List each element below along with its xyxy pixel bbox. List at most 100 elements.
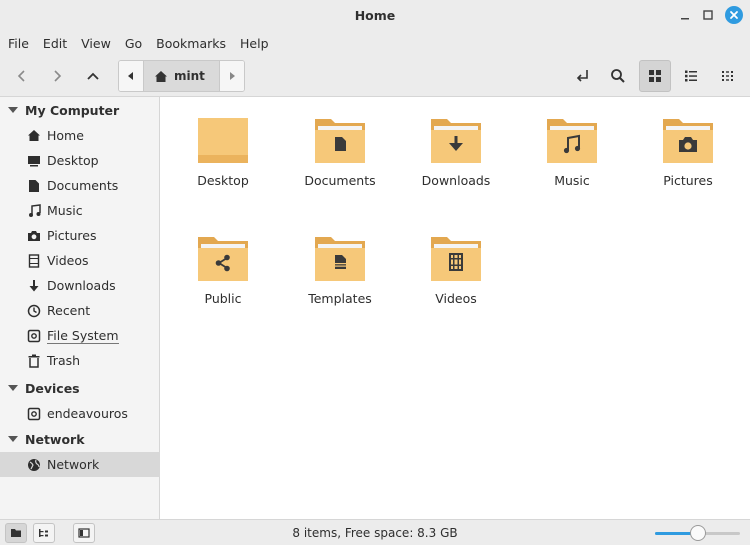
sidebar-item-label: Documents — [47, 178, 119, 193]
menu-go[interactable]: Go — [125, 32, 142, 56]
film-icon — [27, 253, 41, 268]
home-icon — [27, 129, 41, 143]
folder-music-icon — [547, 119, 597, 163]
trash-icon — [27, 354, 41, 368]
section-title: My Computer — [25, 102, 120, 118]
menu-bar: File Edit View Go Bookmarks Help — [0, 32, 750, 56]
sidebar-section-network[interactable]: Network — [0, 427, 160, 451]
file-item-music[interactable]: Music — [517, 115, 627, 205]
file-item-videos[interactable]: Videos — [401, 233, 511, 323]
path-left-button[interactable] — [119, 61, 143, 91]
sidebar-item-music[interactable]: Music — [0, 198, 160, 223]
menu-help[interactable]: Help — [240, 32, 269, 56]
title-bar: Home — [0, 0, 750, 32]
maximize-button[interactable] — [699, 6, 717, 24]
sidebar-item-home[interactable]: Home — [0, 123, 160, 148]
path-right-button[interactable] — [219, 61, 244, 91]
triangle-right-icon — [229, 72, 235, 80]
file-item-templates[interactable]: Templates — [285, 233, 395, 323]
file-item-downloads[interactable]: Downloads — [401, 115, 511, 205]
location-toggle-button[interactable] — [567, 60, 599, 92]
folder-documents-icon — [315, 119, 365, 163]
sidebar-item-trash[interactable]: Trash — [0, 348, 160, 373]
file-name: Videos — [435, 291, 477, 306]
chevron-right-icon — [54, 70, 62, 82]
sidebar-item-desktop[interactable]: Desktop — [0, 148, 160, 173]
minimize-icon — [681, 18, 689, 20]
triangle-left-icon — [128, 72, 133, 80]
maximize-icon — [703, 10, 713, 20]
sidebar-item-downloads[interactable]: Downloads — [0, 273, 160, 298]
icon-view-button[interactable] — [639, 60, 671, 92]
file-name: Public — [204, 291, 242, 306]
home-icon — [155, 70, 167, 82]
path-crumb-home[interactable]: mint — [143, 61, 220, 91]
up-button[interactable] — [77, 60, 109, 92]
enter-location-icon — [576, 70, 588, 82]
chevron-left-icon — [17, 70, 25, 82]
folder-templates-icon — [315, 237, 365, 281]
folder-videos-icon — [431, 237, 481, 281]
list-icon — [685, 70, 697, 82]
sidebar-item-documents[interactable]: Documents — [0, 173, 160, 198]
expander-icon — [8, 385, 18, 391]
sidebar-item-label: Home — [47, 128, 84, 143]
sidebar-item-recent[interactable]: Recent — [0, 298, 160, 323]
section-title: Network — [25, 431, 85, 447]
expander-icon — [8, 436, 18, 442]
zoom-slider-handle[interactable] — [689, 525, 706, 541]
sidebar-item-label: Music — [47, 203, 83, 218]
sidebar-section-my-computer[interactable]: My Computer — [0, 98, 160, 122]
drive-icon — [27, 329, 41, 343]
sidebar-item-pictures[interactable]: Pictures — [0, 223, 160, 248]
camera-icon — [27, 229, 41, 243]
drive-icon — [27, 407, 41, 421]
download-icon — [27, 279, 41, 293]
file-name: Pictures — [663, 173, 713, 188]
file-name: Music — [554, 173, 590, 188]
sidebar-item-network[interactable]: Network — [0, 452, 160, 477]
menu-bookmarks[interactable]: Bookmarks — [156, 32, 226, 56]
menu-edit[interactable]: Edit — [43, 32, 67, 56]
section-title: Devices — [25, 380, 80, 396]
compact-view-button[interactable] — [712, 60, 744, 92]
sidebar-item-label: Trash — [47, 353, 81, 368]
sidebar-item-label: File System — [47, 327, 119, 344]
folder-downloads-icon — [431, 119, 481, 163]
expander-icon — [8, 107, 18, 113]
search-button[interactable] — [602, 60, 634, 92]
sidebar-item-videos[interactable]: Videos — [0, 248, 160, 273]
sidebar-item-label: Desktop — [47, 153, 99, 168]
menu-file[interactable]: File — [8, 32, 29, 56]
sidebar-item-label: endeavouros — [47, 406, 128, 421]
sidebar-section-devices[interactable]: Devices — [0, 376, 160, 400]
desktop-icon — [27, 154, 41, 168]
file-item-public[interactable]: Public — [168, 233, 278, 323]
grid-icon — [649, 70, 661, 82]
chevron-up-icon — [87, 72, 99, 80]
close-icon — [730, 11, 738, 19]
compact-list-icon — [722, 71, 733, 81]
path-crumb-label: mint — [174, 69, 205, 83]
forward-button[interactable] — [41, 60, 73, 92]
sidebar-item-endeavouros[interactable]: endeavouros — [0, 401, 160, 426]
globe-icon — [27, 458, 41, 472]
sidebar-item-label: Pictures — [47, 228, 97, 243]
file-view: Desktop Documents Downloads Music Pictur… — [160, 97, 750, 519]
file-item-desktop[interactable]: Desktop — [168, 115, 278, 205]
file-name: Documents — [304, 173, 376, 188]
search-icon — [611, 69, 625, 83]
zoom-slider[interactable] — [655, 525, 740, 541]
file-name: Downloads — [421, 173, 491, 188]
minimize-button[interactable] — [676, 6, 694, 24]
sidebar-item-label: Recent — [47, 303, 91, 318]
file-item-pictures[interactable]: Pictures — [633, 115, 743, 205]
file-item-documents[interactable]: Documents — [285, 115, 395, 205]
back-button[interactable] — [6, 60, 38, 92]
menu-view[interactable]: View — [81, 32, 111, 56]
status-text: 8 items, Free space: 8.3 GB — [292, 526, 458, 540]
sidebar-item-file-system[interactable]: File System — [0, 323, 160, 348]
close-button[interactable] — [725, 6, 743, 24]
list-view-button[interactable] — [675, 60, 707, 92]
folder-icon — [198, 118, 248, 163]
